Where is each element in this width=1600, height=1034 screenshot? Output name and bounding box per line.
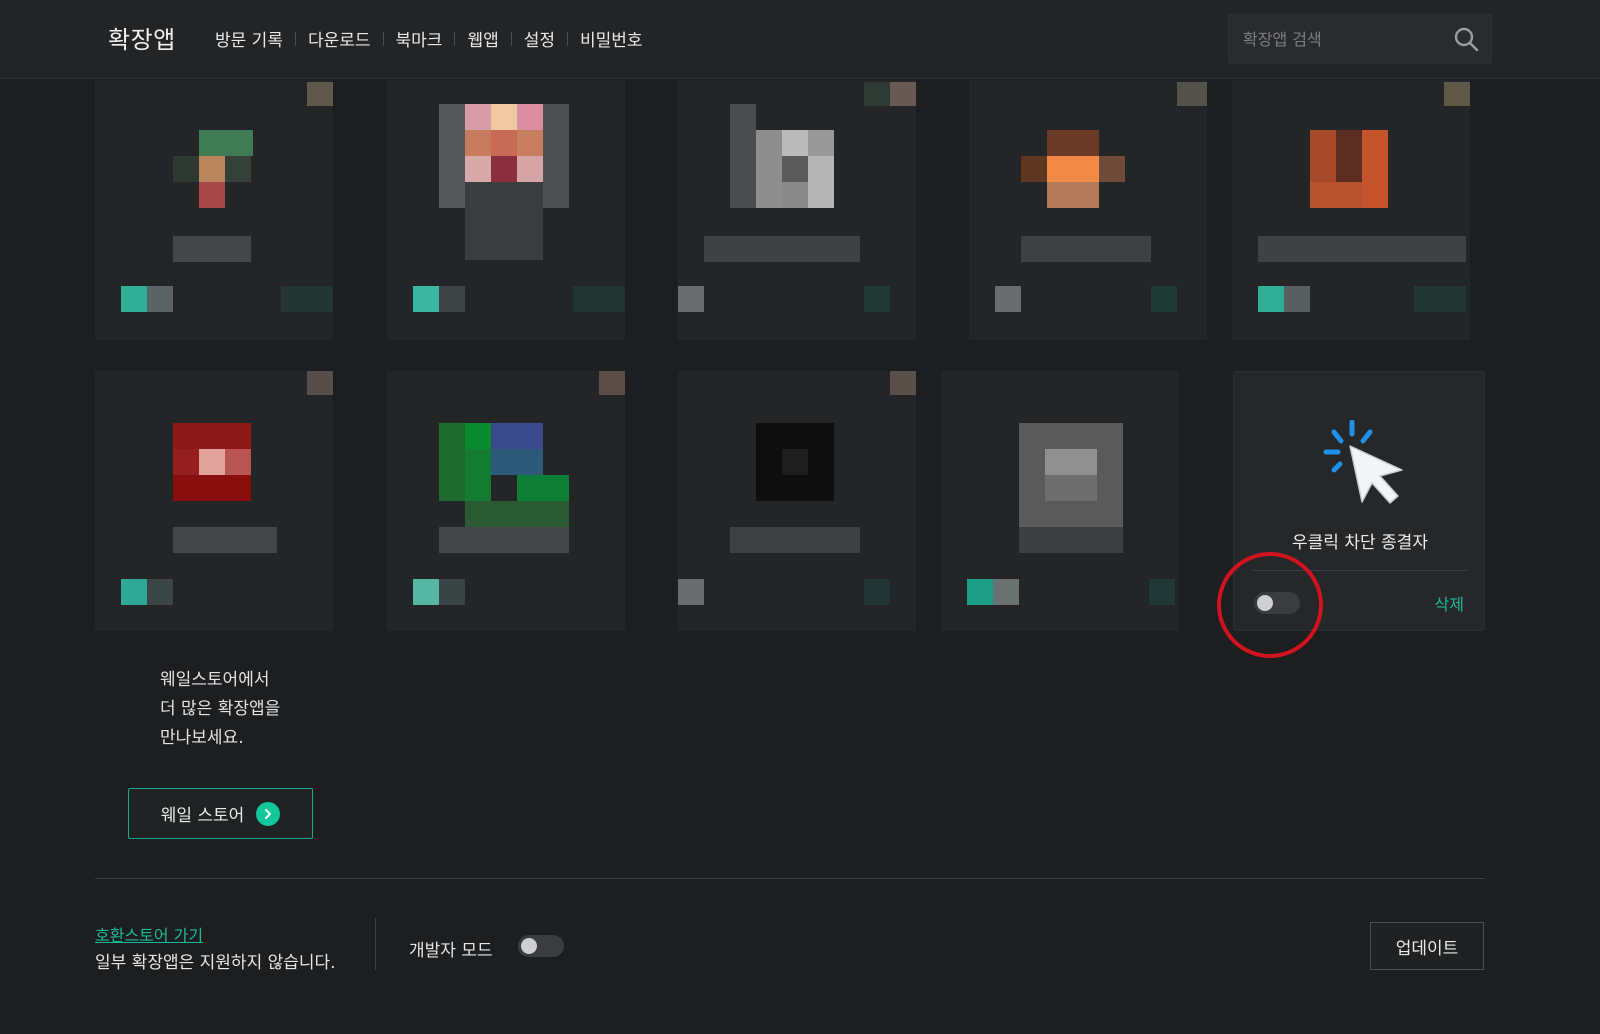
- nav-divider: [454, 31, 456, 46]
- delete-button[interactable]: 삭제: [1435, 591, 1464, 615]
- whale-store-button[interactable]: 웨일 스토어: [128, 788, 313, 839]
- extension-card[interactable]: [969, 80, 1207, 340]
- nav-downloads[interactable]: 다운로드: [308, 26, 371, 51]
- nav-settings[interactable]: 설정: [524, 26, 555, 51]
- nav-webapps[interactable]: 웹앱: [467, 26, 498, 51]
- nav-passwords[interactable]: 비밀번호: [580, 26, 643, 51]
- page-title: 확장앱: [108, 26, 176, 54]
- extension-card[interactable]: [678, 371, 916, 631]
- highlight-circle-annotation: [1217, 552, 1323, 658]
- store-promo-text: 웨일스토어에서 더 많은 확장앱을 만나보세요.: [160, 666, 280, 753]
- nav-history[interactable]: 방문 기록: [215, 26, 283, 51]
- extension-card[interactable]: [387, 80, 625, 340]
- extension-card[interactable]: [941, 371, 1179, 631]
- cursor-click-icon: [1323, 420, 1403, 504]
- store-button-label: 웨일 스토어: [160, 806, 245, 826]
- search-box: [1228, 14, 1492, 64]
- developer-mode-label: 개발자 모드: [409, 941, 493, 961]
- nav-divider: [567, 31, 569, 46]
- top-header: 확장앱 방문 기록 다운로드 북마크 웹앱 설정 비밀번호: [0, 0, 1600, 79]
- footer-divider: [95, 878, 1485, 879]
- nav-divider: [510, 31, 512, 46]
- chevron-right-icon: [256, 801, 281, 826]
- search-icon[interactable]: [1453, 26, 1479, 52]
- compat-note: 일부 확장앱은 지원하지 않습니다.: [95, 953, 336, 973]
- extension-card[interactable]: [678, 80, 916, 340]
- extension-card[interactable]: [95, 80, 333, 340]
- nav-divider: [294, 31, 296, 46]
- promo-line: 만나보세요.: [160, 728, 244, 748]
- developer-mode-toggle[interactable]: [518, 935, 564, 957]
- nav-bar: 방문 기록 다운로드 북마크 웹앱 설정 비밀번호: [215, 26, 643, 51]
- promo-line: 웨일스토어에서: [160, 670, 270, 690]
- nav-divider: [382, 31, 384, 46]
- compat-store-link[interactable]: 호환스토어 가기: [95, 922, 203, 946]
- toggle-knob: [521, 938, 537, 954]
- extension-name: 우클릭 차단 종결자: [1292, 533, 1428, 553]
- extension-card[interactable]: [95, 371, 333, 631]
- footer-vertical-divider: [375, 918, 376, 970]
- promo-line: 더 많은 확장앱을: [160, 699, 281, 719]
- extension-card[interactable]: [387, 371, 625, 631]
- extension-card[interactable]: [1232, 80, 1470, 340]
- nav-bookmarks[interactable]: 북마크: [396, 26, 443, 51]
- search-input[interactable]: [1243, 15, 1439, 63]
- update-button[interactable]: 업데이트: [1370, 922, 1484, 970]
